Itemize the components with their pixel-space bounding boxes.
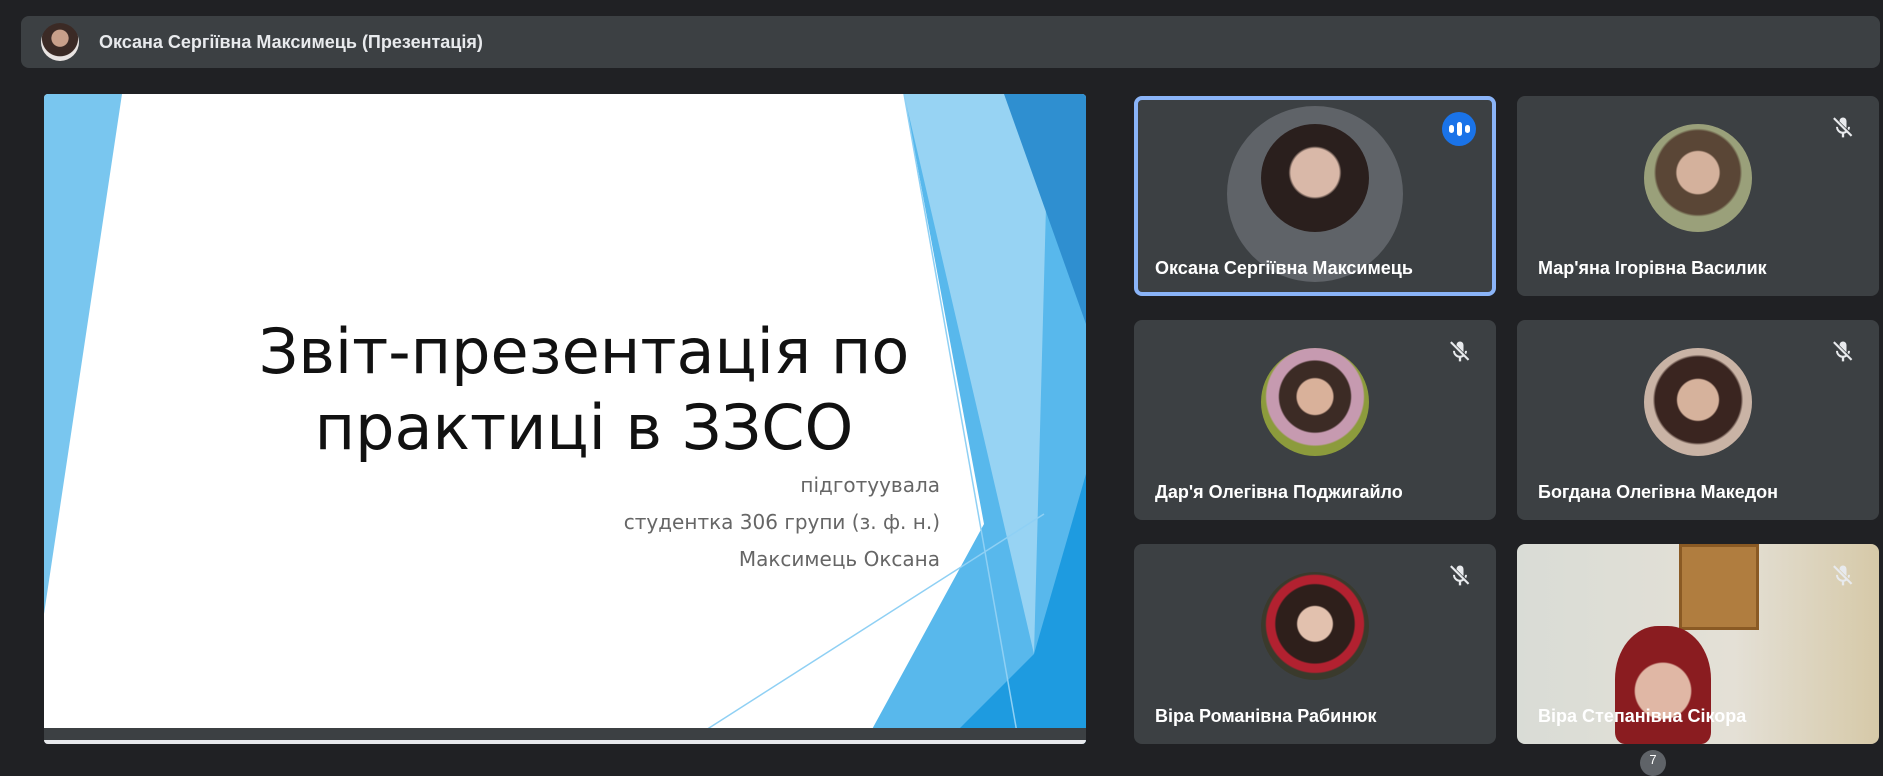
participant-name: Віра Романівна Рабинюк xyxy=(1155,706,1377,726)
presenter-title: Оксана Сергіївна Максимець (Презентація) xyxy=(99,31,483,52)
slide-title-line1: Звіт-презентація по xyxy=(258,315,910,388)
participant-tile[interactable]: Віра Романівна Рабинюк xyxy=(1134,544,1496,744)
participant-avatar xyxy=(1261,572,1369,680)
wall-portrait xyxy=(1679,544,1759,630)
participant-name: Віра Степанівна Сікора xyxy=(1538,706,1747,726)
speaking-indicator-icon xyxy=(1442,112,1476,146)
participant-avatar xyxy=(1261,348,1369,456)
participant-tile[interactable]: Оксана Сергіївна Максимець xyxy=(1134,96,1496,296)
participant-avatar xyxy=(1644,124,1752,232)
participant-tile[interactable]: Мар'яна Ігорівна Василик xyxy=(1517,96,1879,296)
participant-tile[interactable]: Дар'я Олегівна Поджигайло xyxy=(1134,320,1496,520)
participant-tile[interactable]: Богдана Олегівна Македон xyxy=(1517,320,1879,520)
mic-off-icon xyxy=(1833,117,1853,138)
slide-sub-line1: підготуувала xyxy=(800,473,940,497)
participant-count-badge: 7 xyxy=(1640,750,1666,776)
participant-avatar xyxy=(1261,124,1369,232)
slide-title: Звіт-презентація по практиці в ЗЗСО xyxy=(184,314,984,466)
mic-off-icon xyxy=(1450,341,1470,362)
participant-tile-video[interactable]: Віра Степанівна Сікора xyxy=(1517,544,1879,744)
slide-title-line2: практиці в ЗЗСО xyxy=(314,391,854,464)
mic-off-icon xyxy=(1833,341,1853,362)
mic-off-icon xyxy=(1833,565,1853,586)
presenter-bar: Оксана Сергіївна Максимець (Презентація) xyxy=(21,16,1880,68)
participant-name: Оксана Сергіївна Максимець xyxy=(1155,258,1413,278)
presentation-slide[interactable]: Звіт-презентація по практиці в ЗЗСО підг… xyxy=(44,94,1086,744)
slide-sub-line2: студентка 306 групи (з. ф. н.) xyxy=(623,510,940,534)
mic-off-icon xyxy=(1450,565,1470,586)
slide-progress xyxy=(44,728,1086,744)
participant-name: Мар'яна Ігорівна Василик xyxy=(1538,258,1767,278)
participant-name: Богдана Олегівна Македон xyxy=(1538,482,1779,502)
presenter-avatar xyxy=(41,23,79,61)
slide-progress-track xyxy=(44,740,1086,744)
slide-sub-line3: Максимець Оксана xyxy=(738,547,940,571)
slide-subtitle: підготуувала студентка 306 групи (з. ф. … xyxy=(624,467,940,578)
participant-name: Дар'я Олегівна Поджигайло xyxy=(1155,482,1403,502)
participant-avatar xyxy=(1644,348,1752,456)
